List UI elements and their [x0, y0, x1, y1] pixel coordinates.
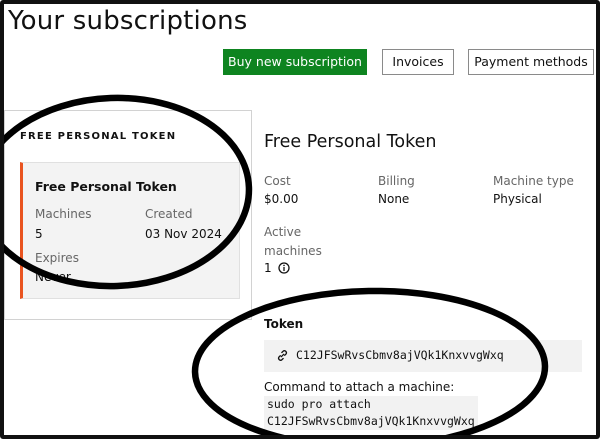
- payment-methods-button[interactable]: Payment methods: [468, 49, 594, 75]
- expires-value: Never: [35, 270, 71, 284]
- subscription-list-panel: FREE PERSONAL TOKEN Free Personal Token …: [4, 110, 252, 320]
- active-machines-value: 1: [264, 261, 272, 275]
- attach-command-code[interactable]: sudo pro attach C12JFSwRvsCbmv8ajVQk1Knx…: [264, 396, 478, 430]
- token-value[interactable]: C12JFSwRvsCbmv8ajVQk1KnxvvgWxq: [296, 348, 504, 362]
- link-icon: [277, 350, 288, 361]
- active-machines-label: Active machines: [264, 225, 322, 258]
- created-label: Created: [145, 207, 193, 221]
- info-icon[interactable]: [278, 262, 290, 274]
- machines-value: 5: [35, 227, 43, 241]
- token-label: Token: [264, 317, 304, 331]
- attach-command-label: Command to attach a machine:: [264, 380, 455, 394]
- expires-label: Expires: [35, 251, 79, 265]
- app-frame: Your subscriptions Buy new subscription …: [0, 0, 600, 439]
- machine-type-value: Physical: [493, 192, 542, 206]
- billing-value: None: [378, 192, 410, 206]
- billing-label: Billing: [378, 174, 415, 188]
- subscription-card-title: Free Personal Token: [35, 179, 177, 194]
- subscription-group-heading: FREE PERSONAL TOKEN: [20, 131, 177, 142]
- machines-label: Machines: [35, 207, 92, 221]
- subscription-detail-title: Free Personal Token: [264, 132, 437, 152]
- cost-label: Cost: [264, 174, 291, 188]
- buy-subscription-button[interactable]: Buy new subscription: [223, 49, 367, 75]
- machine-type-label: Machine type: [493, 174, 574, 188]
- subscription-card[interactable]: Free Personal Token Machines 5 Created 0…: [20, 162, 240, 299]
- page-title: Your subscriptions: [8, 6, 248, 36]
- created-value: 03 Nov 2024: [145, 227, 222, 241]
- invoices-button[interactable]: Invoices: [382, 49, 454, 75]
- token-field[interactable]: C12JFSwRvsCbmv8ajVQk1KnxvvgWxq: [264, 340, 582, 372]
- cost-value: $0.00: [264, 192, 299, 206]
